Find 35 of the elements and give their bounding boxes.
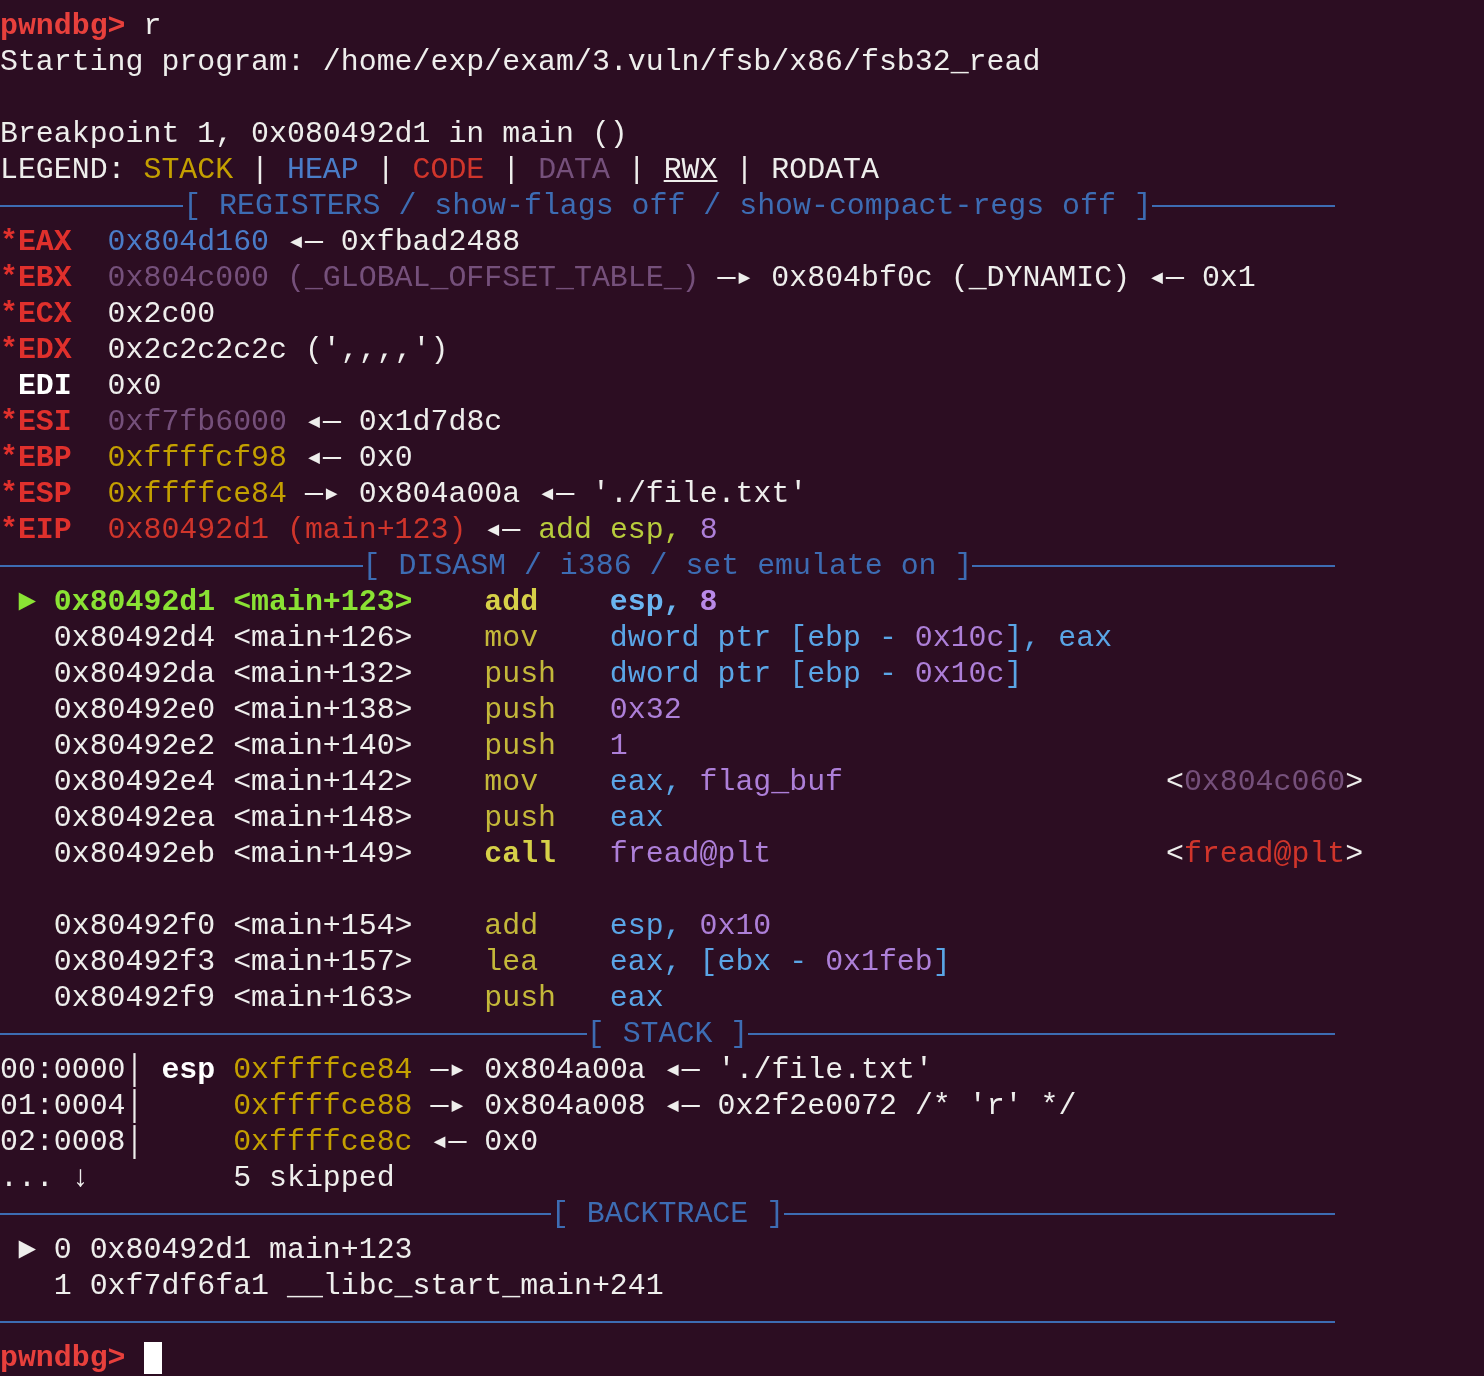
terminal-line: 02:0008│ 0xffffce8c ◂— 0x0: [0, 1124, 540, 1160]
terminal-line: *ECX 0x2c00: [0, 296, 217, 332]
terminal-line: Starting program: /home/exp/exam/3.vuln/fsb/x86/fsb32_read: [0, 44, 1042, 80]
terminal-line: *EIP 0x80492d1 (main+123) ◂— add esp, 8: [0, 512, 719, 548]
terminal-line: 0x80492e0 <main+138> push 0x32: [52, 692, 683, 728]
terminal-line: 0x80492eb <main+149> call fread@plt <fread@plt>: [52, 836, 1365, 872]
section-title: [ BACKTRACE ]: [550, 1196, 785, 1232]
terminal-line: 01:0004│ 0xffffce88 —▸ 0x804a008 ◂— 0x2f2e0072 /* 'r' */: [0, 1088, 1078, 1124]
terminal-line: *EDX 0x2c2c2c2c (',,,,'): [0, 332, 450, 368]
terminal-line: 0x80492f3 <main+157> lea eax, [ebx - 0x1feb]: [52, 944, 952, 980]
terminal-line: ► 0x80492d1 <main+123> add esp, 8: [16, 584, 719, 620]
prompt-line: pwndbg> r: [0, 8, 163, 44]
section-title: [ DISASM / i386 / set emulate on ]: [362, 548, 973, 584]
terminal-line: *ESI 0xf7fb6000 ◂— 0x1d7d8c: [0, 404, 504, 440]
section-title: [ STACK ]: [586, 1016, 749, 1052]
terminal-line: 1 0xf7df6fa1 __libc_start_main+241: [52, 1268, 665, 1304]
terminal-line: Breakpoint 1, 0x080492d1 in main (): [0, 116, 629, 152]
terminal-line: *EBP 0xffffcf98 ◂— 0x0: [0, 440, 414, 476]
terminal-line: 0x80492ea <main+148> push eax: [52, 800, 665, 836]
terminal-line: 0x80492da <main+132> push dword ptr [ebp - 0x10c]: [52, 656, 1024, 692]
terminal-line: 0x80492e4 <main+142> mov eax, flag_buf <0x804c060>: [52, 764, 1365, 800]
section-title: [ REGISTERS / show-flags off / show-compact-regs off ]: [183, 188, 1152, 224]
terminal-line: *EBX 0x804c000 (_GLOBAL_OFFSET_TABLE_) —▸ 0x804bf0c (_DYNAMIC) ◂— 0x1: [0, 260, 1257, 296]
terminal-line: LEGEND: STACK | HEAP | CODE | DATA | RWX | RODATA: [0, 152, 880, 188]
terminal-line: 00:0000│ esp 0xffffce84 —▸ 0x804a00a ◂— './file.txt': [0, 1052, 934, 1088]
terminal-line: ... ↓ 5 skipped: [0, 1160, 396, 1196]
terminal-line: 0x80492f0 <main+154> add esp, 0x10: [52, 908, 773, 944]
terminal-line: 0x80492e2 <main+140> push 1: [52, 728, 629, 764]
terminal-line: EDI 0x0: [16, 368, 163, 404]
terminal-line: *ESP 0xffffce84 —▸ 0x804a00a ◂— './file.txt': [0, 476, 809, 512]
terminal-line: ► 0 0x80492d1 main+123: [16, 1232, 414, 1268]
terminal-line: 0x80492d4 <main+126> mov dword ptr [ebp - 0x10c], eax: [52, 620, 1114, 656]
prompt-line: pwndbg>: [0, 1340, 1484, 1376]
terminal-line: *EAX 0x804d160 ◂— 0xfbad2488: [0, 224, 522, 260]
terminal-line: 0x80492f9 <main+163> push eax: [52, 980, 665, 1016]
